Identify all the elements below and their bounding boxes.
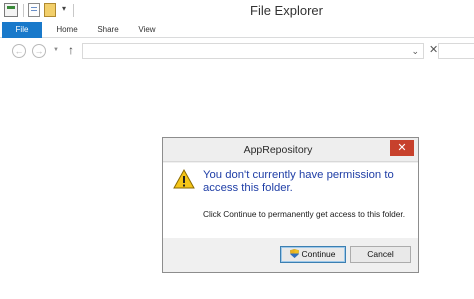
quick-access-separator bbox=[73, 4, 74, 17]
dialog-title: AppRepository bbox=[243, 144, 313, 156]
continue-button[interactable]: Continue bbox=[280, 246, 346, 263]
address-bar[interactable]: ⌄ bbox=[82, 43, 424, 59]
explorer-titlebar: ▾ File Explorer bbox=[0, 0, 474, 22]
dialog-close-button[interactable]: ✕ bbox=[390, 140, 414, 156]
dialog-body: You don't currently have permission to a… bbox=[163, 163, 418, 238]
ribbon-tabs: File Home Share View bbox=[0, 22, 474, 38]
continue-button-label: Continue bbox=[301, 249, 336, 259]
window-title: File Explorer bbox=[250, 3, 323, 18]
tab-home[interactable]: Home bbox=[52, 22, 82, 38]
quick-access-separator bbox=[23, 4, 24, 17]
dialog-titlebar: AppRepository ✕ bbox=[163, 138, 418, 162]
forward-arrow-icon[interactable]: → bbox=[32, 44, 46, 58]
tab-file[interactable]: File bbox=[2, 22, 42, 38]
dialog-footer: Continue Cancel bbox=[163, 238, 418, 272]
dialog-detail: Click Continue to permanently get access… bbox=[203, 209, 405, 219]
properties-icon[interactable] bbox=[28, 3, 40, 17]
permission-dialog: AppRepository ✕ You don't currently have… bbox=[162, 137, 419, 273]
uac-shield-icon bbox=[290, 249, 300, 258]
new-folder-icon[interactable] bbox=[44, 3, 56, 17]
navigation-bar: ← → ▼ ↑ ⌄ ✕ bbox=[0, 39, 474, 63]
customize-quick-access-icon[interactable]: ▾ bbox=[60, 5, 68, 13]
address-dropdown-chevron-icon[interactable]: ⌄ bbox=[411, 46, 419, 57]
tab-share[interactable]: Share bbox=[94, 22, 122, 38]
warning-icon bbox=[173, 169, 195, 189]
back-arrow-icon[interactable]: ← bbox=[12, 44, 26, 58]
up-arrow-icon[interactable]: ↑ bbox=[68, 43, 74, 57]
tab-view[interactable]: View bbox=[134, 22, 160, 38]
cancel-button[interactable]: Cancel bbox=[350, 246, 411, 263]
search-box[interactable] bbox=[438, 43, 474, 59]
dialog-message: You don't currently have permission to a… bbox=[203, 169, 394, 194]
clear-address-close-icon[interactable]: ✕ bbox=[429, 43, 438, 56]
recent-locations-chevron-icon[interactable]: ▼ bbox=[53, 47, 59, 53]
system-menu-icon[interactable] bbox=[4, 3, 18, 17]
